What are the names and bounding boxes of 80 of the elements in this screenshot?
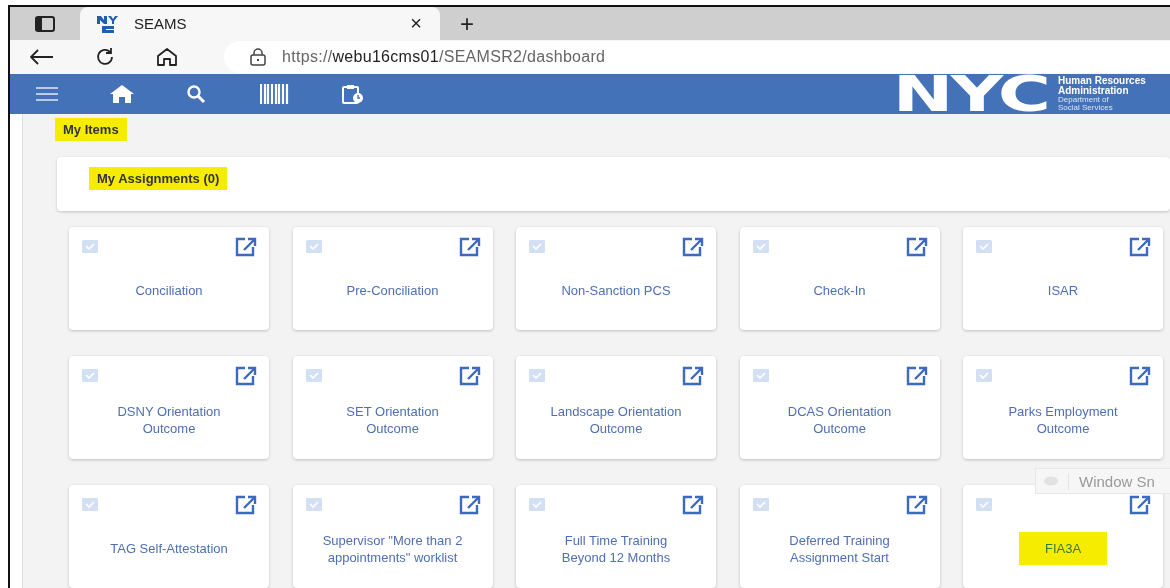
clipboard-check-icon: [976, 497, 992, 511]
open-external-icon[interactable]: [458, 495, 481, 515]
worklist-card[interactable]: DSNY Orientation Outcome: [69, 356, 269, 459]
clipboard-check-icon: [529, 368, 545, 382]
worklist-card[interactable]: DCAS Orientation Outcome: [739, 356, 940, 459]
open-external-icon[interactable]: [458, 366, 481, 386]
close-tab-button[interactable]: ×: [406, 12, 426, 35]
card-title: DCAS Orientation Outcome: [786, 402, 893, 437]
card-title: Parks Employment Outcome: [1007, 402, 1119, 437]
open-external-icon[interactable]: [682, 237, 704, 257]
clipboard-check-icon: [752, 239, 769, 253]
clipboard-check-icon: [305, 497, 322, 511]
open-external-icon[interactable]: [458, 237, 481, 257]
card-title: SET Orientation Outcome: [345, 402, 440, 437]
clipboard-check-icon: [752, 497, 769, 511]
section-title: My Items: [55, 118, 127, 141]
worklist-card[interactable]: Check-In: [739, 227, 940, 330]
card-title: Deferred Training Assignment Start: [788, 531, 891, 566]
card-title: DSNY Orientation Outcome: [116, 402, 222, 437]
clipboard-check-icon: [529, 239, 545, 253]
worklist-card[interactable]: Deferred Training Assignment Start: [739, 485, 940, 588]
card-title: Supervisor "More than 2 appointments" worklist: [322, 531, 463, 566]
open-external-icon[interactable]: [1129, 495, 1151, 515]
clipboard-check-icon: [82, 239, 98, 253]
clipboard-check-icon: [976, 368, 992, 382]
card-title: Check-In: [813, 282, 866, 299]
new-tab-button[interactable]: +: [456, 10, 478, 38]
open-external-icon[interactable]: [905, 237, 928, 257]
clipboard-clock-icon[interactable]: [342, 84, 364, 104]
back-icon[interactable]: [30, 49, 54, 65]
open-external-icon[interactable]: [682, 366, 704, 386]
worklist-card[interactable]: Supervisor "More than 2 appointments" worklist: [292, 485, 493, 588]
clipboard-check-icon: [529, 497, 545, 511]
clipboard-check-icon: [305, 239, 322, 253]
department-name: Department of Social Services: [1058, 96, 1114, 112]
open-external-icon[interactable]: [235, 495, 257, 515]
open-external-icon[interactable]: [905, 495, 928, 515]
card-title: ISAR: [1047, 282, 1079, 299]
clipboard-check-icon: [976, 239, 992, 253]
snip-toolbar-label: Window Sn: [1068, 472, 1155, 490]
card-title: TAG Self-Attestation: [110, 540, 228, 557]
search-icon[interactable]: [186, 85, 208, 103]
card-title: Pre-Conciliation: [346, 282, 439, 299]
open-external-icon[interactable]: [1129, 237, 1151, 257]
worklist-card[interactable]: ISAR: [963, 227, 1163, 330]
open-external-icon[interactable]: [905, 366, 928, 386]
address-field[interactable]: https://webu16cms01/SEAMSR2/dashboard: [224, 41, 1170, 73]
open-external-icon[interactable]: [235, 237, 257, 257]
clipboard-check-icon: [752, 368, 769, 382]
worklist-card[interactable]: Conciliation: [69, 227, 269, 330]
clipboard-check-icon: [82, 497, 98, 511]
nyc-logo: NYC: [892, 74, 1048, 114]
menu-icon[interactable]: [36, 87, 58, 101]
worklist-card[interactable]: Parks Employment Outcome: [963, 356, 1163, 459]
card-title: Non-Sanction PCS: [561, 282, 671, 299]
card-title: Conciliation: [135, 282, 203, 299]
url-text: https://webu16cms01/SEAMSR2/dashboard: [282, 48, 606, 66]
worklist-card[interactable]: TAG Self-Attestation: [69, 485, 269, 588]
clipboard-check-icon: [82, 368, 98, 382]
card-title: Landscape Orientation Outcome: [549, 402, 683, 437]
worklist-card[interactable]: Full Time Training Beyond 12 Months: [516, 485, 716, 588]
reload-icon[interactable]: [94, 46, 116, 68]
worklist-card[interactable]: Non-Sanction PCS: [516, 227, 716, 330]
home-icon[interactable]: [156, 47, 178, 67]
open-external-icon[interactable]: [1129, 366, 1151, 386]
worklist-card[interactable]: SET Orientation Outcome: [292, 356, 493, 459]
barcode-icon[interactable]: [260, 84, 290, 104]
agency-name: Human Resources Administration: [1058, 76, 1147, 96]
lock-icon: [250, 48, 266, 66]
worklist-card[interactable]: Pre-Conciliation: [292, 227, 493, 330]
card-title: FIA3A: [1018, 532, 1108, 565]
worklist-card[interactable]: Landscape Orientation Outcome: [516, 356, 716, 459]
card-title: Full Time Training Beyond 12 Months: [560, 531, 672, 566]
browser-tab[interactable]: SEAMS ×: [80, 7, 440, 40]
clipboard-check-icon: [305, 368, 322, 382]
assignments-label[interactable]: My Assignments (0): [89, 166, 228, 190]
open-external-icon[interactable]: [235, 366, 257, 386]
nyc-favicon-icon: [96, 14, 120, 33]
tab-title: SEAMS: [134, 15, 188, 32]
open-external-icon[interactable]: [682, 495, 704, 515]
